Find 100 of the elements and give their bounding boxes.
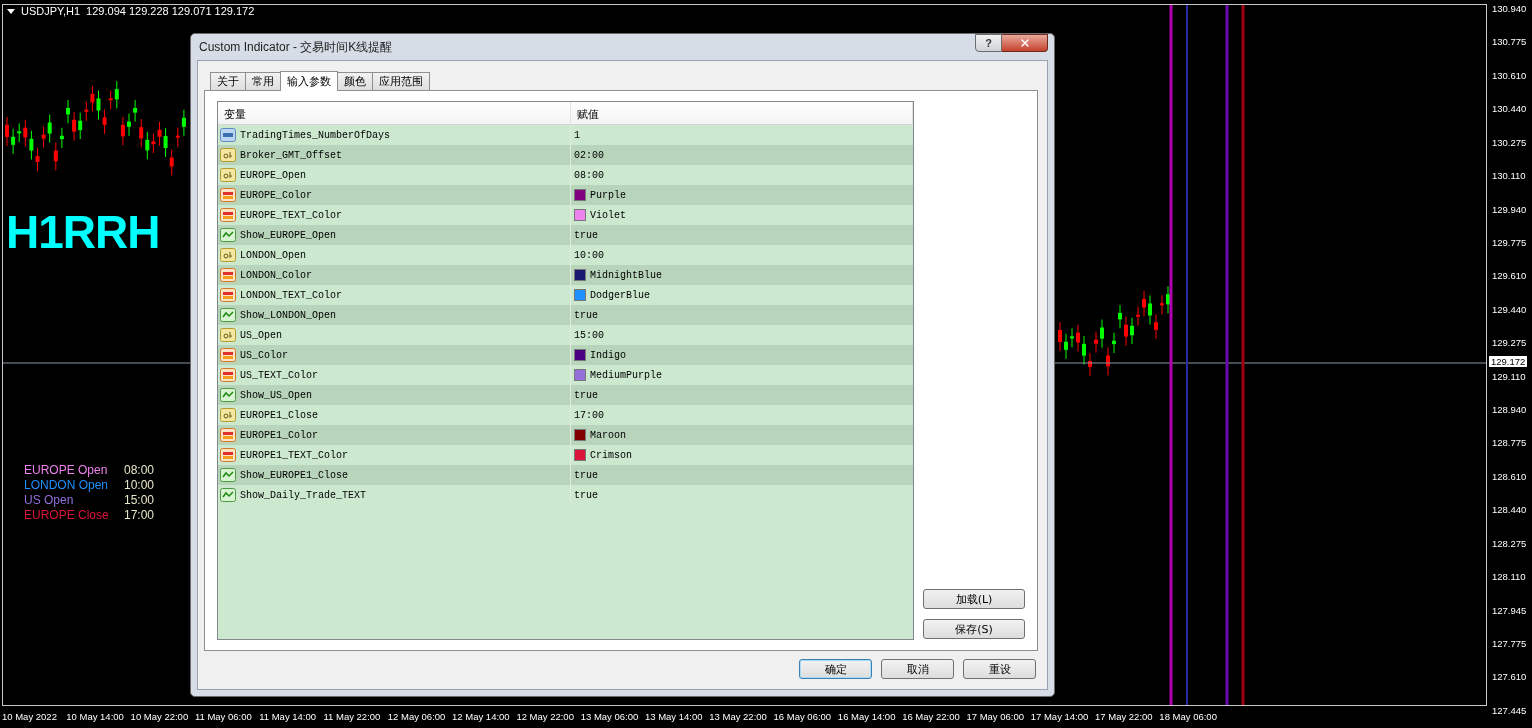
price-tick: 128.610 <box>1492 471 1528 482</box>
tab[interactable]: 关于 <box>210 72 246 90</box>
toggle-icon <box>220 228 236 242</box>
parameter-value[interactable]: 17:00 <box>574 409 604 421</box>
dialog-button[interactable]: 确定 <box>799 659 872 679</box>
tab[interactable]: 常用 <box>245 72 281 90</box>
column-header[interactable]: 变量 <box>218 102 571 124</box>
time-tick: 12 May 06:00 <box>387 710 447 724</box>
price-tick: 128.940 <box>1492 405 1528 416</box>
price-tick: 128.440 <box>1492 505 1528 516</box>
candlestick <box>1154 313 1158 340</box>
session-time: 15:00 <box>124 493 156 507</box>
dialog-button[interactable]: 重设 <box>963 659 1036 679</box>
candlestick <box>5 116 9 147</box>
parameter-name: US_TEXT_Color <box>240 369 318 381</box>
parameter-value[interactable]: Violet <box>590 209 626 221</box>
candlestick <box>1094 331 1098 354</box>
text-icon <box>220 248 236 262</box>
side-button[interactable]: 保存(S) <box>923 619 1025 639</box>
parameter-value[interactable]: 10:00 <box>574 249 604 261</box>
parameter-value[interactable]: Purple <box>590 189 626 201</box>
column-header[interactable]: 赋值 <box>571 102 913 124</box>
parameter-name: Broker_GMT_Offset <box>240 149 343 161</box>
tab[interactable]: 输入参数 <box>280 71 338 91</box>
candlestick <box>1058 321 1062 352</box>
parameter-value[interactable]: true <box>574 469 598 481</box>
parameter-name: EUROPE_Color <box>240 189 312 201</box>
dropdown-triangle-icon[interactable] <box>7 8 15 14</box>
chart-text-label: H1RRH <box>6 205 160 259</box>
parameter-value[interactable]: true <box>574 489 598 501</box>
parameter-value[interactable]: Indigo <box>590 349 626 361</box>
price-tick: 127.445 <box>1492 705 1528 716</box>
help-button[interactable]: ? <box>975 34 1002 52</box>
toggle-icon <box>220 468 236 482</box>
symbol-label: USDJPY,H1 <box>21 5 81 17</box>
parameter-name: Show_Daily_Trade_TEXT <box>240 489 367 501</box>
candlestick <box>1070 327 1074 348</box>
parameter-name: US_Open <box>240 329 282 341</box>
time-tick: 16 May 14:00 <box>837 710 897 724</box>
price-tick: 128.775 <box>1492 438 1528 449</box>
tab[interactable]: 颜色 <box>337 72 373 90</box>
candlestick <box>1142 290 1146 317</box>
current-price-label: 129.172 <box>1489 356 1528 367</box>
time-tick: 17 May 06:00 <box>966 710 1026 724</box>
candlestick <box>1064 333 1068 360</box>
price-tick: 130.610 <box>1492 70 1528 81</box>
time-tick: 12 May 22:00 <box>516 710 575 724</box>
session-label: US Open <box>24 493 75 507</box>
price-tick: 129.110 <box>1492 371 1527 382</box>
candlestick <box>1112 332 1116 354</box>
parameter-name: EUROPE1_TEXT_Color <box>240 449 349 461</box>
side-button[interactable]: 加载(L) <box>923 589 1025 609</box>
time-tick: 16 May 22:00 <box>902 710 961 724</box>
session-label: EUROPE Open <box>24 463 109 477</box>
price-tick: 129.610 <box>1492 271 1528 282</box>
parameter-value[interactable]: true <box>574 229 598 241</box>
parameter-value[interactable]: true <box>574 309 598 321</box>
parameter-name: Show_EUROPE1_Close <box>240 469 349 481</box>
tab[interactable]: 应用范围 <box>372 72 430 90</box>
parameter-value[interactable]: Maroon <box>590 429 626 441</box>
parameter-value[interactable]: 02:00 <box>574 149 604 161</box>
candlestick <box>127 113 131 137</box>
parameter-value[interactable]: 1 <box>574 129 580 141</box>
text-icon <box>220 408 236 422</box>
price-tick: 128.275 <box>1492 538 1528 549</box>
parameter-name: LONDON_Color <box>240 269 312 281</box>
parameter-value[interactable]: 15:00 <box>574 329 604 341</box>
palette-icon <box>220 368 236 382</box>
close-button[interactable] <box>1002 34 1048 52</box>
price-tick: 130.440 <box>1492 104 1528 115</box>
price-tick: 130.110 <box>1492 171 1527 182</box>
palette-icon <box>220 428 236 442</box>
session-label: EUROPE Close <box>24 508 110 522</box>
palette-icon <box>220 208 236 222</box>
candlestick <box>1130 317 1134 345</box>
text-icon <box>220 168 236 182</box>
palette-icon <box>220 348 236 362</box>
price-tick: 129.940 <box>1492 204 1528 215</box>
time-tick: 16 May 06:00 <box>773 710 833 724</box>
candlestick <box>1118 304 1122 329</box>
time-tick: 11 May 22:00 <box>323 710 382 724</box>
price-tick: 130.940 <box>1492 4 1528 14</box>
parameter-value[interactable]: Crimson <box>590 449 632 461</box>
time-tick: 10 May 14:00 <box>66 710 125 724</box>
price-tick: 127.945 <box>1492 605 1528 616</box>
parameter-value[interactable]: DodgerBlue <box>590 289 650 301</box>
parameter-value[interactable]: true <box>574 389 598 401</box>
parameter-value[interactable]: 08:00 <box>574 169 604 181</box>
candlestick <box>1160 294 1164 315</box>
candlestick <box>1088 352 1092 377</box>
parameter-name: EUROPE1_Color <box>240 429 318 441</box>
text-icon <box>220 148 236 162</box>
time-tick: 10 May 2022 <box>2 710 58 724</box>
parameter-name: Show_LONDON_Open <box>240 309 336 321</box>
dialog-button[interactable]: 取消 <box>881 659 954 679</box>
session-time: 10:00 <box>124 478 156 492</box>
time-tick: 13 May 14:00 <box>644 710 704 724</box>
parameter-value[interactable]: MediumPurple <box>590 369 662 381</box>
candlestick <box>1076 324 1080 352</box>
parameter-value[interactable]: MidnightBlue <box>590 269 662 281</box>
